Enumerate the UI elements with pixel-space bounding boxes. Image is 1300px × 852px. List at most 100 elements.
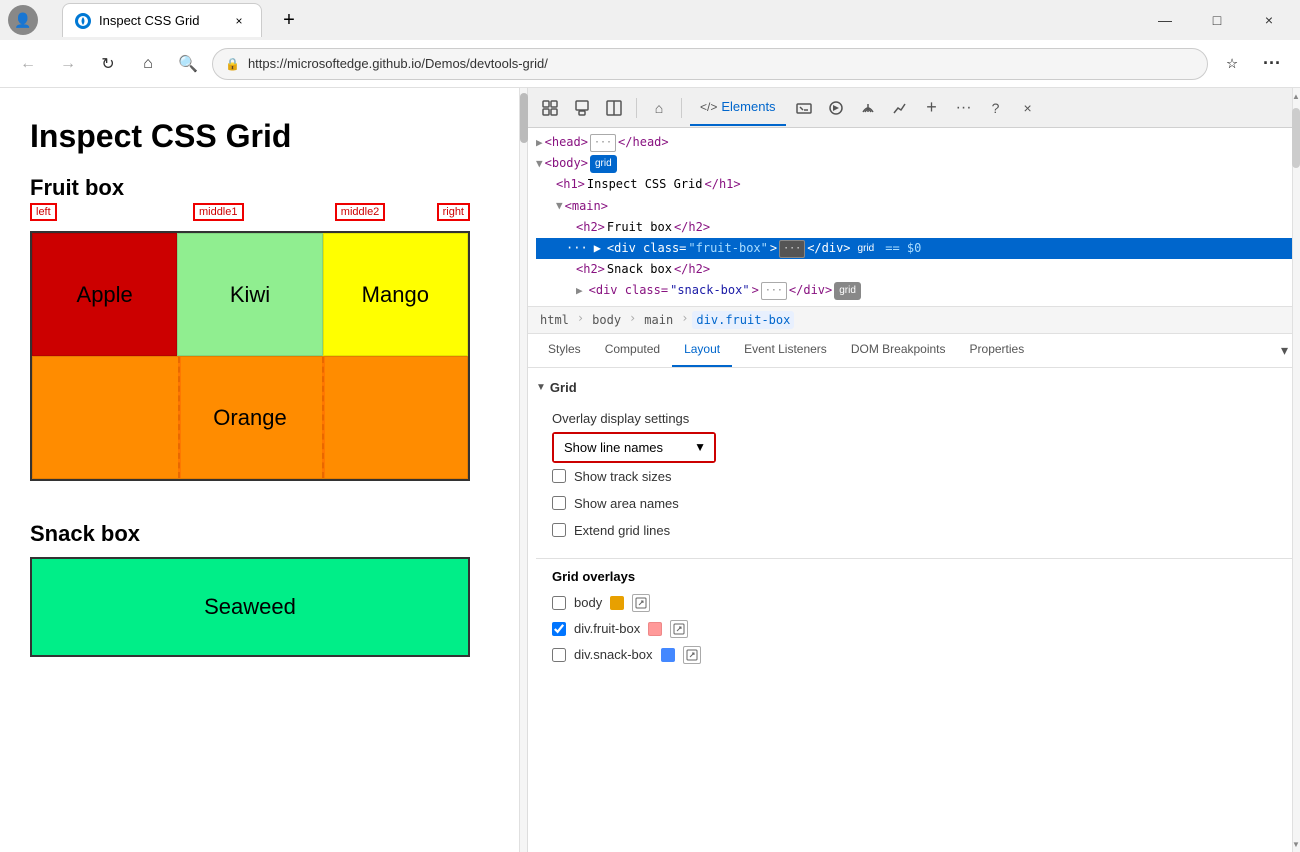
- dom-line-snack-div[interactable]: ▶ <div class="snack-box"> ··· </div> gri…: [536, 280, 1292, 301]
- device-mode-button[interactable]: [568, 94, 596, 122]
- help-button[interactable]: ?: [982, 94, 1010, 122]
- favorites-button[interactable]: ☆: [1216, 48, 1248, 80]
- back-button[interactable]: ←: [12, 48, 44, 80]
- tab-event-listeners[interactable]: Event Listeners: [732, 334, 839, 367]
- grid-badge-fruit: grid: [853, 240, 880, 258]
- tab-computed[interactable]: Computed: [593, 334, 672, 367]
- sources-panel-button[interactable]: [822, 94, 850, 122]
- show-track-sizes-label[interactable]: Show track sizes: [574, 469, 672, 484]
- dom-tree: ▶ <head> ··· </head> ▼ <body> grid <h1>I…: [528, 128, 1300, 307]
- new-tab-button[interactable]: +: [274, 5, 304, 35]
- panel-tabs: Styles Computed Layout Event Listeners D…: [528, 334, 1300, 368]
- breadcrumb-html[interactable]: html: [536, 311, 573, 329]
- elements-tab-button[interactable]: </> Elements: [690, 90, 786, 126]
- scroll-up-button[interactable]: ▲: [1292, 88, 1300, 104]
- tab-styles[interactable]: Styles: [536, 334, 593, 367]
- body-overlay-checkbox[interactable]: [552, 596, 566, 610]
- show-line-names-select-wrapper[interactable]: Show line names Show line numbers Hide l…: [552, 432, 716, 463]
- window-controls: — □ ×: [1142, 5, 1292, 35]
- line-label-left: left: [30, 203, 57, 221]
- scroll-down-button[interactable]: ▼: [1292, 836, 1300, 852]
- kiwi-cell: Kiwi: [177, 233, 322, 356]
- tab-dom-breakpoints[interactable]: DOM Breakpoints: [839, 334, 958, 367]
- fruit-overlay-checkbox[interactable]: [552, 622, 566, 636]
- close-devtools-button[interactable]: ×: [1014, 94, 1042, 122]
- fruit-inspect-icon[interactable]: [670, 620, 688, 638]
- breadcrumb-main[interactable]: main: [640, 311, 677, 329]
- devtools-panel: ⌂ </> Elements + ···: [520, 88, 1300, 852]
- maximize-button[interactable]: □: [1194, 5, 1240, 35]
- snack-overlay-label[interactable]: div.snack-box: [574, 647, 653, 662]
- breadcrumb-body[interactable]: body: [588, 311, 625, 329]
- dom-line-fruit-div[interactable]: ··· ▶ <div class="fruit-box"> ··· </div>…: [536, 238, 1292, 259]
- fruit-grid-container: Apple Kiwi Mango Orange: [30, 231, 470, 481]
- url-text: https://microsoftedge.github.io/Demos/de…: [248, 56, 1195, 71]
- snack-overlay-checkbox[interactable]: [552, 648, 566, 662]
- dom-line-main[interactable]: ▼ <main>: [536, 196, 1292, 217]
- tab-close-button[interactable]: ×: [229, 11, 249, 31]
- fruit-overlay-label[interactable]: div.fruit-box: [574, 621, 640, 636]
- add-panel-button[interactable]: +: [918, 94, 946, 122]
- overlay-row-fruit: div.fruit-box: [552, 616, 1280, 642]
- elements-icon: </>: [700, 100, 717, 114]
- fruit-grid: Apple Kiwi Mango Orange: [32, 233, 468, 479]
- tab-properties[interactable]: Properties: [958, 334, 1037, 367]
- grid-section-title: Grid: [550, 380, 577, 395]
- split-pane-button[interactable]: [600, 94, 628, 122]
- show-area-names-label[interactable]: Show area names: [574, 496, 679, 511]
- forward-button[interactable]: →: [52, 48, 84, 80]
- grid-badge-snack: grid: [834, 282, 861, 300]
- dom-line-h2-fruit[interactable]: <h2>Fruit box</h2>: [536, 217, 1292, 238]
- grid-section-header[interactable]: ▼ Grid: [536, 376, 1292, 399]
- grid-badge-body: grid: [590, 155, 617, 173]
- breadcrumb-div-fruit[interactable]: div.fruit-box: [692, 311, 794, 329]
- dom-line-h1[interactable]: <h1>Inspect CSS Grid</h1>: [536, 174, 1292, 195]
- more-tabs-button[interactable]: ▾: [1277, 334, 1292, 367]
- tab-title: Inspect CSS Grid: [99, 13, 199, 28]
- extend-grid-lines-label[interactable]: Extend grid lines: [574, 523, 670, 538]
- devtools-inner: ⌂ </> Elements + ···: [528, 88, 1300, 852]
- more-button[interactable]: ···: [1256, 48, 1288, 80]
- show-area-names-row: Show area names: [552, 490, 1280, 517]
- show-track-sizes-checkbox[interactable]: [552, 469, 566, 483]
- home-devtools-button[interactable]: ⌂: [645, 94, 673, 122]
- show-line-names-select[interactable]: Show line names Show line numbers Hide l…: [554, 434, 714, 461]
- overlay-row-body: body: [552, 590, 1280, 616]
- close-button[interactable]: ×: [1246, 5, 1292, 35]
- network-panel-button[interactable]: [854, 94, 882, 122]
- body-inspect-icon[interactable]: [632, 594, 650, 612]
- refresh-button[interactable]: ↻: [92, 48, 124, 80]
- snack-inspect-icon[interactable]: [683, 646, 701, 664]
- more-panels-button[interactable]: ···: [950, 94, 978, 122]
- minimize-button[interactable]: —: [1142, 5, 1188, 35]
- tab-layout[interactable]: Layout: [672, 334, 732, 367]
- main-area: Inspect CSS Grid Fruit box left middle1 …: [0, 88, 1300, 852]
- grid-line-labels: left middle1 middle2 right: [30, 203, 470, 221]
- inspect-element-button[interactable]: [536, 94, 564, 122]
- grid-overlays-section: Grid overlays body div.fruit-box: [536, 569, 1292, 672]
- toolbar-divider-2: [681, 98, 682, 118]
- performance-panel-button[interactable]: [886, 94, 914, 122]
- section-divider: [536, 558, 1292, 559]
- search-button[interactable]: 🔍: [172, 48, 204, 80]
- dom-line-head[interactable]: ▶ <head> ··· </head>: [536, 132, 1292, 153]
- lock-icon: 🔒: [225, 57, 240, 71]
- dom-line-body[interactable]: ▼ <body> grid: [536, 153, 1292, 174]
- snack-section-title: Snack box: [30, 521, 489, 547]
- layout-panel: ▼ Grid Overlay display settings Show lin…: [528, 368, 1300, 852]
- scrollbar-thumb[interactable]: [1292, 108, 1300, 168]
- avatar: 👤: [8, 5, 38, 35]
- grid-chevron-icon: ▼: [536, 382, 546, 393]
- extend-grid-lines-checkbox[interactable]: [552, 523, 566, 537]
- address-bar[interactable]: 🔒 https://microsoftedge.github.io/Demos/…: [212, 48, 1208, 80]
- dom-line-h2-snack[interactable]: <h2>Snack box</h2>: [536, 259, 1292, 280]
- browser-tab[interactable]: Inspect CSS Grid ×: [62, 3, 262, 37]
- left-scrollbar: [520, 88, 528, 852]
- show-area-names-checkbox[interactable]: [552, 496, 566, 510]
- body-overlay-label[interactable]: body: [574, 595, 602, 610]
- snack-color-swatch: [661, 648, 675, 662]
- console-panel-button[interactable]: [790, 94, 818, 122]
- line-label-middle1: middle1: [193, 203, 244, 221]
- home-button[interactable]: ⌂: [132, 48, 164, 80]
- fruit-grid-wrapper: left middle1 middle2 right Apple Kiwi: [30, 231, 489, 481]
